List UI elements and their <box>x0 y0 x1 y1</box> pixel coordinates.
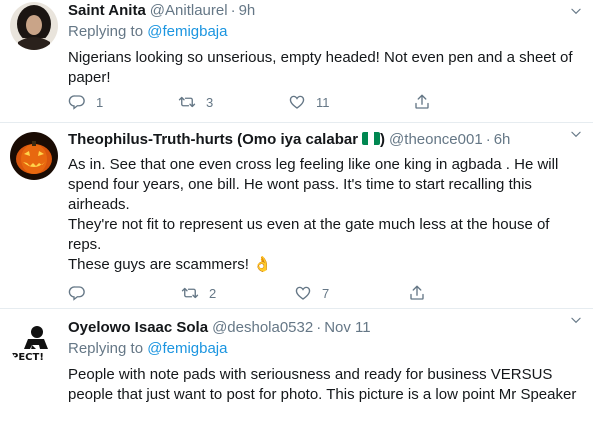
timestamp[interactable]: 6h <box>494 130 511 150</box>
display-name[interactable]: Oyelowo Isaac Sola <box>68 318 208 338</box>
nigeria-flag-icon <box>362 132 381 145</box>
display-name-text: Theophilus-Truth-hurts (Omo iya calabar <box>68 131 359 148</box>
reply-button[interactable]: 1 <box>68 92 103 112</box>
tweet-text-line: As in. See that one even cross leg feeli… <box>68 156 559 213</box>
like-icon <box>295 286 311 300</box>
chevron-down-icon[interactable] <box>569 313 583 327</box>
retweet-button[interactable]: 2 <box>181 283 216 303</box>
retweet-icon <box>181 287 199 299</box>
reply-button[interactable] <box>68 283 86 303</box>
tweet-actions: 2 7 <box>68 283 498 303</box>
tweet[interactable]: Saint Anita @Anitlaurel · 9h Replying to… <box>0 0 593 123</box>
display-name[interactable]: Theophilus-Truth-hurts (Omo iya calabar) <box>68 130 385 150</box>
tweet-text-line: They're not fit to represent us even at … <box>68 216 550 253</box>
separator-dot: · <box>230 2 236 19</box>
chevron-down-icon[interactable] <box>569 127 583 141</box>
retweet-button[interactable]: 3 <box>178 92 213 112</box>
tweet-text: Nigerians looking so unserious, empty he… <box>68 49 573 86</box>
reply-count: 1 <box>96 94 104 110</box>
chevron-down-icon[interactable] <box>569 4 583 18</box>
reply-icon <box>68 95 85 110</box>
tweet-text: As in. See that one even cross leg feeli… <box>68 155 583 275</box>
replying-prefix: Replying to <box>68 340 148 357</box>
tweet-header: Theophilus-Truth-hurts (Omo iya calabar)… <box>68 130 583 150</box>
tweet-header: Saint Anita @Anitlaurel · 9h <box>68 1 583 21</box>
retweet-icon <box>178 96 196 108</box>
timestamp[interactable]: 9h <box>239 1 256 21</box>
replying-to: Replying to @femigbaja <box>68 22 583 42</box>
like-icon <box>289 95 305 109</box>
tweet[interactable]: Theophilus-Truth-hurts (Omo iya calabar)… <box>0 123 593 309</box>
retweet-count: 3 <box>206 94 214 110</box>
tweet-text: People with note pads with seriousness a… <box>68 366 577 403</box>
replying-to: Replying to @femigbaja <box>68 339 583 359</box>
like-button[interactable]: 11 <box>288 92 330 112</box>
retweet-count: 2 <box>209 285 217 301</box>
like-count: 7 <box>322 285 330 301</box>
reply-icon <box>68 286 85 301</box>
tweet-actions: 1 3 11 <box>68 92 498 112</box>
avatar[interactable]: PECT! <box>10 319 58 367</box>
mention-link[interactable]: @femigbaja <box>147 23 227 40</box>
share-button[interactable] <box>408 283 426 303</box>
mention-link[interactable]: @femigbaja <box>147 340 227 357</box>
avatar[interactable] <box>10 132 58 180</box>
tweet[interactable]: PECT! Oyelowo Isaac Sola @deshola0532 · … <box>0 309 593 424</box>
share-icon <box>415 94 429 109</box>
like-button[interactable]: 7 <box>294 283 329 303</box>
display-name[interactable]: Saint Anita <box>68 1 146 21</box>
like-count: 11 <box>316 94 330 110</box>
timestamp[interactable]: Nov 11 <box>324 318 370 338</box>
separator-dot: · <box>485 131 491 148</box>
share-button[interactable] <box>413 92 431 112</box>
tweet-header: Oyelowo Isaac Sola @deshola0532 · Nov 11 <box>68 318 583 338</box>
separator-dot: · <box>316 319 322 336</box>
avatar[interactable] <box>10 2 58 50</box>
replying-prefix: Replying to <box>68 23 148 40</box>
user-handle[interactable]: @deshola0532 <box>212 318 313 338</box>
avatar-text: PECT! <box>11 352 44 363</box>
display-name-suffix: ) <box>380 131 386 148</box>
user-handle[interactable]: @theonce001 <box>389 130 483 150</box>
user-handle[interactable]: @Anitlaurel <box>150 1 228 21</box>
tweet-text-line: These guys are scammers! 👌 <box>68 256 272 273</box>
share-icon <box>410 285 424 300</box>
